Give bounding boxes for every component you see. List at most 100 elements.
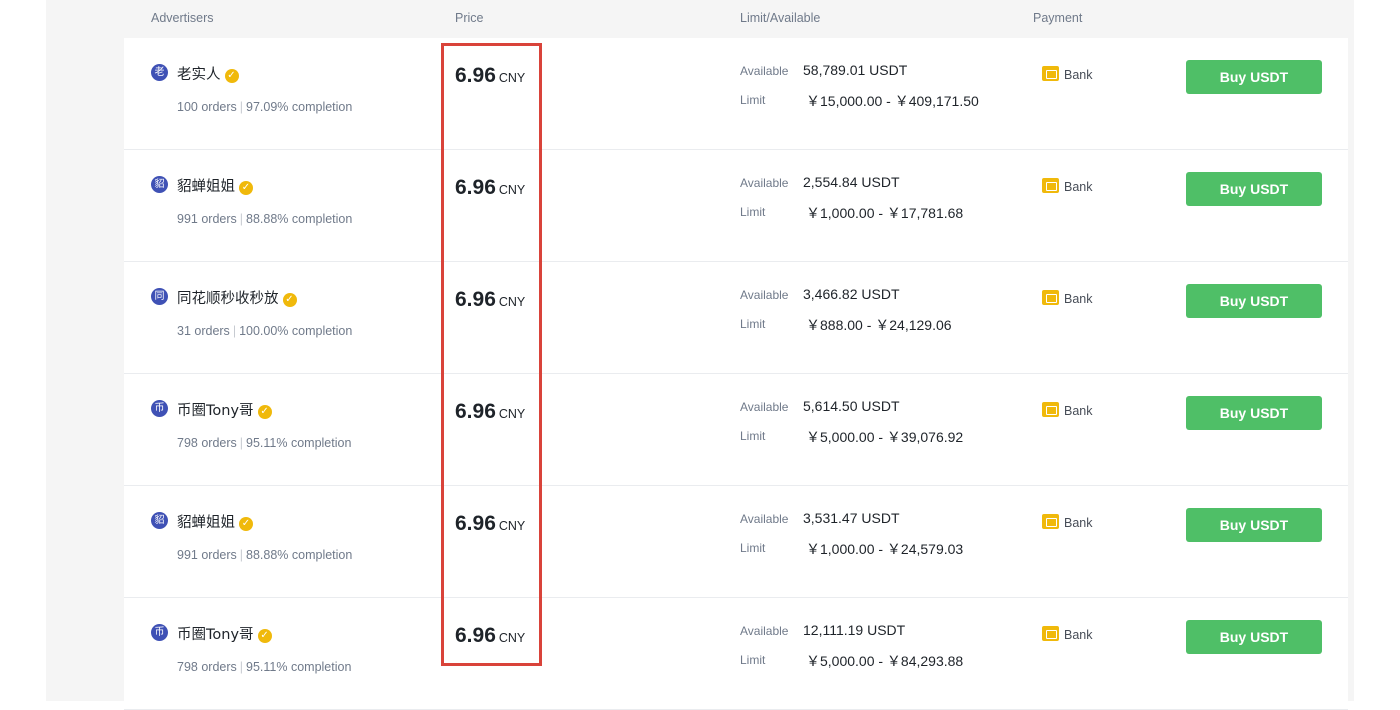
avatar[interactable]: 貂	[151, 176, 168, 193]
price-value: 6.96	[455, 512, 496, 535]
price-value: 6.96	[455, 288, 496, 311]
advertiser-name[interactable]: 老实人	[177, 67, 221, 83]
stats-divider: |	[239, 660, 244, 674]
avatar[interactable]: 币	[151, 624, 168, 641]
advertiser-name[interactable]: 貂蝉姐姐	[177, 179, 235, 195]
buy-usdt-button[interactable]: Buy USDT	[1186, 284, 1322, 318]
payment-cell: Bank	[1042, 290, 1093, 308]
price-currency: CNY	[498, 71, 526, 85]
stats-divider: |	[239, 100, 244, 114]
limit-range: ￥5,000.00 - ￥84,293.88	[806, 653, 964, 669]
limit-range: ￥5,000.00 - ￥39,076.92	[806, 429, 964, 445]
table-row: 币 币圈Tony哥 ✓ 798 orders | 95.11% completion …	[124, 598, 1348, 710]
check-badge-icon: ✓	[239, 181, 253, 195]
payment-cell: Bank	[1042, 402, 1093, 420]
check-badge-icon: ✓	[282, 293, 297, 307]
check-badge-icon: ✓	[239, 517, 253, 531]
bank-card-icon	[1042, 290, 1059, 305]
available-label: Available	[740, 512, 789, 526]
available-amount: 12,111.19 USDT	[803, 622, 906, 638]
advertiser-stats: 991 orders | 88.88% completion	[177, 548, 352, 562]
stats-divider: |	[239, 548, 244, 562]
header-price: Price	[455, 11, 484, 25]
payment-cell: Bank	[1042, 66, 1093, 84]
limit-range: ￥1,000.00 - ￥17,781.68	[806, 205, 964, 221]
completion-rate: 95.11% completion	[246, 660, 352, 674]
advertiser-stats: 100 orders | 97.09% completion	[177, 100, 352, 114]
available-label: Available	[740, 400, 789, 414]
avatar[interactable]: 老	[151, 64, 168, 81]
limit-range: ￥1,000.00 - ￥24,579.03	[806, 541, 964, 557]
buy-usdt-button[interactable]: Buy USDT	[1186, 396, 1322, 430]
table-row: 貂 貂蝉姐姐 ✓ 991 orders | 88.88% completion 6.9…	[124, 150, 1348, 262]
available-amount: 2,554.84 USDT	[803, 174, 900, 190]
check-badge-icon: ✓	[224, 69, 239, 83]
order-count: 798 orders	[177, 660, 237, 674]
payment-cell: Bank	[1042, 178, 1093, 196]
payment-cell: Bank	[1042, 626, 1093, 644]
available-amount: 5,614.50 USDT	[803, 398, 900, 414]
check-badge-icon: ✓	[257, 405, 272, 419]
buy-usdt-button[interactable]: Buy USDT	[1186, 172, 1322, 206]
price-value: 6.96	[455, 400, 496, 423]
limit-label: Limit	[740, 93, 766, 107]
price-value: 6.96	[455, 176, 496, 199]
advertiser-name[interactable]: 同花顺秒收秒放	[177, 291, 279, 307]
buy-usdt-button[interactable]: Buy USDT	[1186, 620, 1322, 654]
price-cell: 6.96 CNY	[455, 176, 525, 200]
price-currency: CNY	[498, 519, 526, 533]
bank-card-icon	[1042, 402, 1059, 417]
order-count: 991 orders	[177, 212, 237, 226]
available-amount: 3,531.47 USDT	[803, 510, 900, 526]
order-count: 31 orders	[177, 324, 230, 338]
buy-usdt-button[interactable]: Buy USDT	[1186, 60, 1322, 94]
bank-card-icon	[1042, 514, 1059, 529]
advertiser-name-block: 币圈Tony哥 ✓	[177, 399, 272, 420]
available-label: Available	[740, 288, 789, 302]
available-label: Available	[740, 64, 789, 78]
table-row: 貂 貂蝉姐姐 ✓ 991 orders | 88.88% completion 6.9…	[124, 486, 1348, 598]
limit-range: ￥15,000.00 - ￥409,171.50	[806, 93, 979, 109]
stats-divider: |	[239, 436, 244, 450]
payment-cell: Bank	[1042, 514, 1093, 532]
bank-card-icon	[1042, 66, 1059, 81]
limit-label: Limit	[740, 653, 766, 667]
advertiser-name-block: 貂蝉姐姐 ✓	[177, 511, 253, 532]
advertiser-name-block: 同花顺秒收秒放 ✓	[177, 287, 297, 308]
advertiser-name[interactable]: 貂蝉姐姐	[177, 515, 235, 531]
payment-method: Bank	[1064, 404, 1093, 418]
advertiser-name[interactable]: 币圈Tony哥	[177, 403, 254, 419]
order-count: 798 orders	[177, 436, 237, 450]
payment-method: Bank	[1064, 180, 1093, 194]
price-currency: CNY	[498, 183, 526, 197]
avatar[interactable]: 币	[151, 400, 168, 417]
limit-label: Limit	[740, 429, 766, 443]
completion-rate: 95.11% completion	[246, 436, 352, 450]
price-cell: 6.96 CNY	[455, 288, 525, 312]
header-limit-available: Limit/Available	[740, 11, 821, 25]
content-panel: Advertisers Price Limit/Available Paymen…	[46, 0, 1354, 710]
advertiser-name[interactable]: 币圈Tony哥	[177, 627, 254, 643]
table-row: 老 老实人 ✓ 100 orders | 97.09% completion 6.96…	[124, 38, 1348, 150]
ads-table: Advertisers Price Limit/Available Paymen…	[124, 0, 1348, 710]
advertiser-name-block: 老实人 ✓	[177, 63, 239, 84]
price-currency: CNY	[498, 295, 526, 309]
buy-usdt-button[interactable]: Buy USDT	[1186, 508, 1322, 542]
payment-method: Bank	[1064, 68, 1093, 82]
avatar[interactable]: 同	[151, 288, 168, 305]
completion-rate: 88.88% completion	[246, 548, 353, 562]
table-row: 同 同花顺秒收秒放 ✓ 31 orders | 100.00% completion …	[124, 262, 1348, 374]
check-badge-icon: ✓	[257, 629, 272, 643]
avatar[interactable]: 貂	[151, 512, 168, 529]
limit-range: ￥888.00 - ￥24,129.06	[806, 317, 952, 333]
price-cell: 6.96 CNY	[455, 512, 525, 536]
advertiser-name-block: 貂蝉姐姐 ✓	[177, 175, 253, 196]
available-label: Available	[740, 624, 789, 638]
available-amount: 3,466.82 USDT	[803, 286, 900, 302]
price-currency: CNY	[498, 631, 526, 645]
advertiser-stats: 31 orders | 100.00% completion	[177, 324, 352, 338]
payment-method: Bank	[1064, 292, 1093, 306]
advertiser-name-block: 币圈Tony哥 ✓	[177, 623, 272, 644]
limit-label: Limit	[740, 205, 766, 219]
available-amount: 58,789.01 USDT	[803, 62, 908, 78]
